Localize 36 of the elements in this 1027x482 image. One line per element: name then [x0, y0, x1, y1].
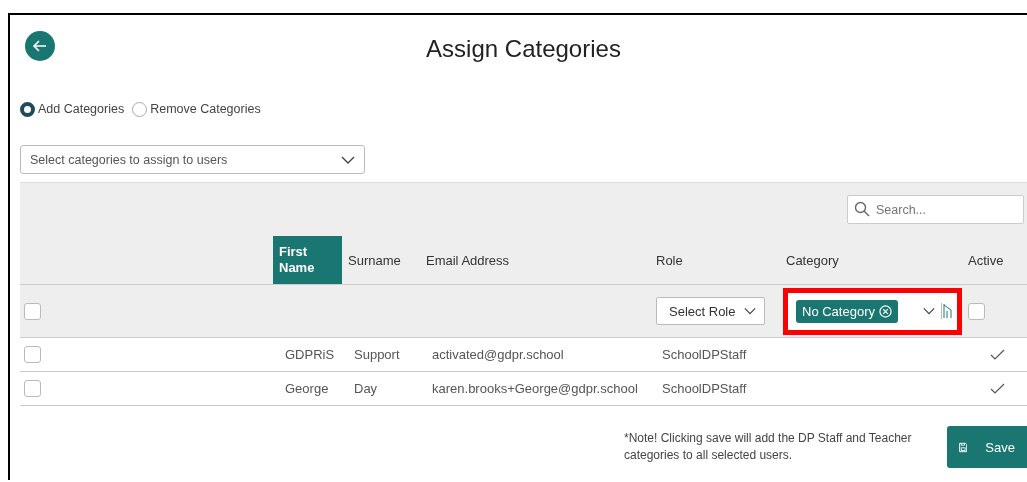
radio-option[interactable]: Remove Categories — [132, 101, 261, 117]
category-chip: No Category — [796, 299, 898, 323]
chevron-down-icon — [744, 307, 757, 315]
table-cell-text: activated@gdpr.school — [431, 346, 565, 364]
checkbox[interactable] — [24, 346, 41, 363]
table-cell-text: GDPRiS — [284, 346, 336, 364]
checkbox[interactable] — [968, 302, 985, 320]
column-header[interactable]: Role — [650, 236, 780, 284]
table-cell-text: George — [284, 380, 330, 398]
table-cell-text: SchoolDPStaff — [661, 346, 748, 364]
remove-icon[interactable] — [879, 304, 892, 318]
column-header[interactable]: Email Address — [420, 236, 650, 284]
checkbox[interactable] — [24, 302, 41, 320]
column-header[interactable]: Surname — [342, 236, 420, 284]
table-cell-text: karen.brooks+George@gdpr.school — [431, 380, 639, 398]
chevron-down-icon — [923, 307, 935, 315]
radio-option[interactable]: Add Categories — [20, 101, 125, 117]
table-cell-text: Support — [353, 346, 401, 364]
role-select[interactable]: Select Role — [656, 297, 766, 325]
category-filter[interactable]: No Category — [783, 287, 962, 335]
column-header[interactable]: First Name — [273, 236, 342, 284]
checkbox[interactable] — [24, 380, 41, 397]
column-header[interactable]: Active — [962, 236, 1027, 284]
back-button[interactable] — [25, 31, 55, 61]
category-select[interactable]: Select categories to assign to users — [20, 145, 365, 174]
table-cell-text: SchoolDPStaff — [661, 380, 748, 398]
search-icon — [854, 201, 870, 217]
chevron-down-icon — [341, 155, 355, 164]
save-button[interactable]: Save — [947, 426, 1027, 468]
search-field[interactable]: Search... — [847, 195, 1024, 224]
column-icon[interactable] — [941, 303, 953, 319]
note-text: *Note! Clicking save will add the DP Staff and Teacher categories to all selected users. — [624, 429, 913, 464]
column-header[interactable]: Category — [780, 236, 962, 284]
page-title: Assign Categories — [426, 35, 621, 63]
table-cell-text: Day — [353, 380, 379, 398]
back-arrow-icon — [32, 38, 48, 54]
